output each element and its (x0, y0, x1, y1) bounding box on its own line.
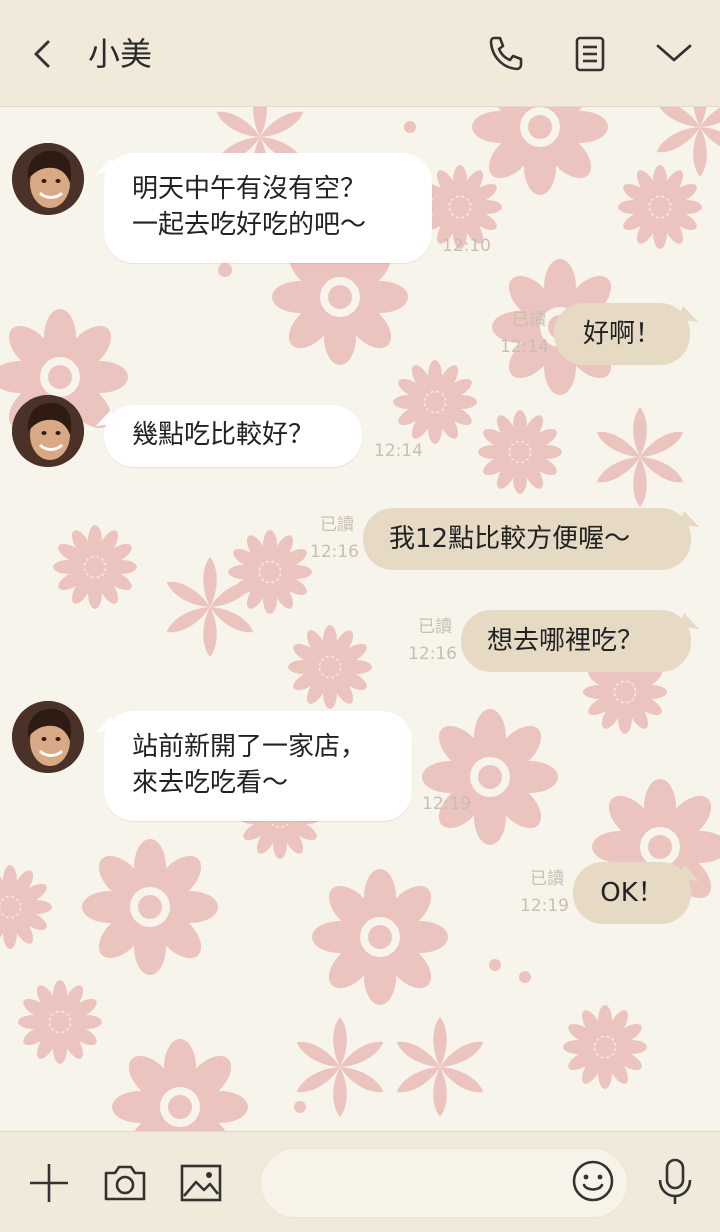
chat-header: 小美 (0, 0, 720, 107)
image-icon[interactable] (176, 1158, 226, 1208)
message-line: 明天中午有沒有空？ (132, 174, 367, 204)
plus-icon[interactable] (24, 1158, 74, 1208)
notes-icon[interactable] (568, 32, 612, 76)
phone-icon[interactable] (484, 32, 528, 76)
chevron-down-icon[interactable] (652, 32, 696, 76)
message-bubble-outgoing[interactable]: OK！ (573, 862, 691, 924)
message-line: 幾點吃比較好？ (132, 420, 315, 450)
message-time: 12:14 (500, 337, 549, 357)
message-time: 12:10 (442, 236, 491, 256)
avatar-photo (12, 395, 84, 467)
message-bubble-incoming[interactable]: 明天中午有沒有空？ 一起去吃好吃的吧～ (104, 153, 432, 263)
read-receipt: 已讀 (530, 869, 564, 889)
message-line: 來去吃吃看～ (132, 768, 289, 798)
contact-name: 小美 (88, 35, 153, 73)
camera-icon[interactable] (100, 1158, 150, 1208)
read-receipt: 已讀 (512, 310, 546, 330)
read-receipt: 已讀 (418, 617, 452, 637)
back-icon[interactable] (22, 34, 62, 74)
avatar-photo (12, 701, 84, 773)
message-bubble-incoming[interactable]: 幾點吃比較好？ (104, 405, 362, 467)
message-time: 12:19 (520, 896, 569, 916)
message-time: 12:19 (422, 794, 471, 814)
contact-avatar[interactable] (12, 701, 84, 773)
read-receipt: 已讀 (320, 515, 354, 535)
message-bubble-outgoing[interactable]: 想去哪裡吃？ (461, 610, 691, 672)
message-line: 一起去吃好吃的吧～ (132, 210, 367, 240)
chat-area[interactable]: 明天中午有沒有空？ 一起去吃好吃的吧～ 12:10 已讀 12:14 好啊！ 幾… (0, 107, 720, 1131)
contact-avatar[interactable] (12, 395, 84, 467)
emoji-icon[interactable] (570, 1158, 616, 1204)
avatar-photo (12, 143, 84, 215)
contact-avatar[interactable] (12, 143, 84, 215)
message-bubble-outgoing[interactable]: 好啊！ (554, 303, 690, 365)
message-line: 站前新開了一家店， (132, 732, 367, 762)
message-bubble-outgoing[interactable]: 我12點比較方便喔～ (363, 508, 691, 570)
message-time: 12:16 (408, 644, 457, 664)
message-time: 12:14 (374, 441, 423, 461)
input-bar (0, 1131, 720, 1232)
message-time: 12:16 (310, 542, 359, 562)
mic-icon[interactable] (654, 1156, 696, 1208)
message-bubble-incoming[interactable]: 站前新開了一家店， 來去吃吃看～ (104, 711, 412, 821)
